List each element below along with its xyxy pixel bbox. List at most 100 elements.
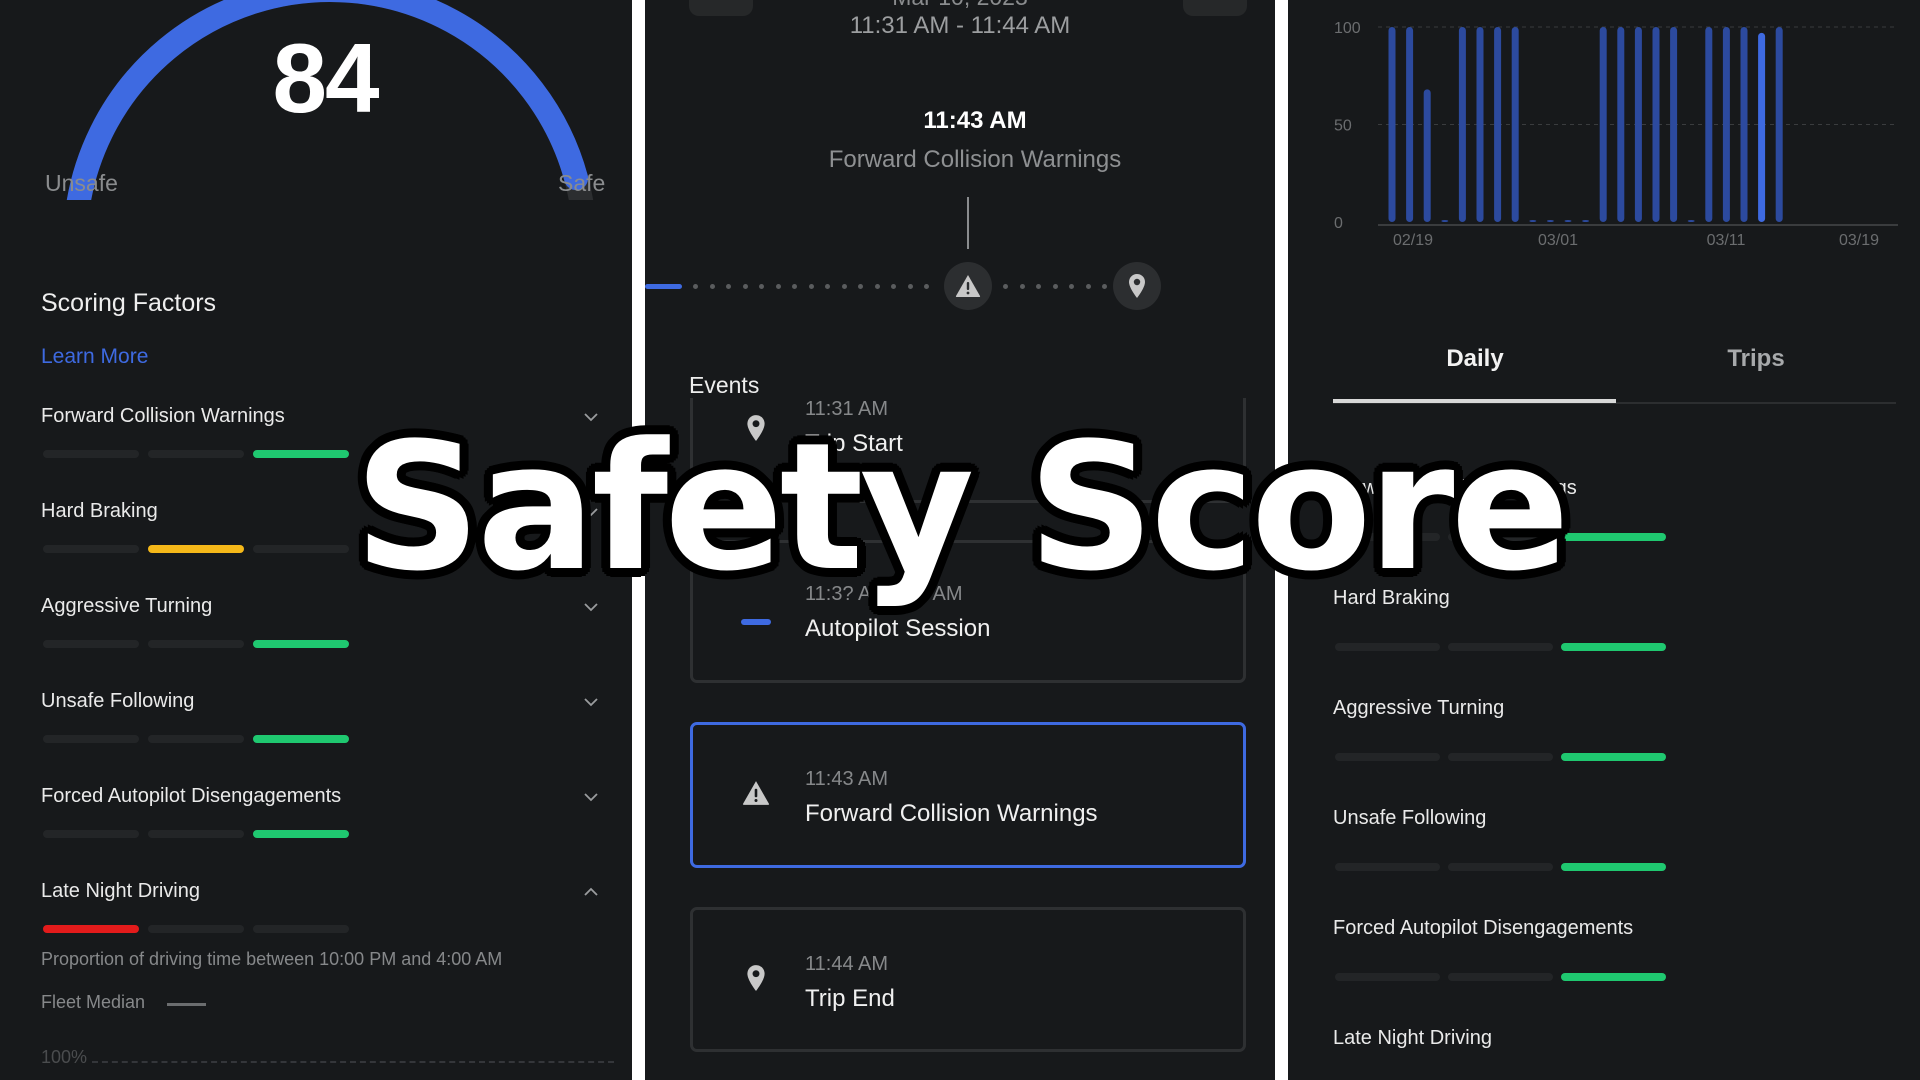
chart-bar[interactable] bbox=[1705, 27, 1713, 222]
factor-rating-segment bbox=[253, 830, 349, 838]
event-card[interactable]: 11:31 AM Trip Start bbox=[690, 398, 1246, 503]
factor-rating-segment bbox=[148, 640, 244, 648]
factor-rating-segment bbox=[148, 450, 244, 458]
x-tick-label: 02/19 bbox=[1393, 232, 1433, 249]
event-card[interactable]: 11:44 AM Trip End bbox=[690, 907, 1246, 1052]
factor-rating-segment bbox=[148, 545, 244, 553]
chevron-down-icon[interactable] bbox=[583, 599, 599, 615]
chart-bar[interactable] bbox=[1617, 27, 1625, 222]
timeline-dot bbox=[693, 284, 698, 289]
timeline-warning-marker[interactable] bbox=[944, 262, 992, 310]
chevron-up-icon[interactable] bbox=[583, 884, 599, 900]
factor-rating-segment bbox=[253, 925, 349, 933]
chart-bar[interactable] bbox=[1582, 220, 1590, 222]
timeline-dot bbox=[924, 284, 929, 289]
factor-label: Hard Braking bbox=[1333, 587, 1450, 609]
factor-rating-segment bbox=[43, 450, 139, 458]
chart-bar[interactable] bbox=[1652, 27, 1660, 222]
factor-rating-segment bbox=[1561, 973, 1666, 981]
chart-bar[interactable] bbox=[1670, 27, 1678, 222]
chart-bar[interactable] bbox=[1740, 27, 1748, 222]
factor-label: Forced Autopilot Disengagements bbox=[1333, 917, 1634, 939]
late-night-description: Proportion of driving time between 10:00… bbox=[41, 949, 503, 969]
map-pin-icon bbox=[741, 960, 771, 996]
chevron-down-icon[interactable] bbox=[583, 504, 599, 520]
chart-bar[interactable] bbox=[1494, 27, 1502, 222]
chart-bar[interactable] bbox=[1599, 27, 1607, 222]
factor-label: Forward Collision Warnings bbox=[41, 405, 285, 427]
factor-rating-segment bbox=[1335, 753, 1440, 761]
active-tab-indicator bbox=[1333, 399, 1616, 403]
timeline-dot bbox=[726, 284, 731, 289]
chart-bar[interactable] bbox=[1441, 220, 1449, 222]
chart-bar[interactable] bbox=[1423, 89, 1431, 223]
timeline-dot bbox=[808, 284, 814, 289]
chart-bar[interactable] bbox=[1476, 27, 1484, 222]
tab-daily[interactable]: Daily bbox=[1335, 345, 1615, 373]
timeline-dot bbox=[874, 284, 880, 289]
event-title: Forward Collision Warnings bbox=[805, 800, 1098, 827]
factor-rating-segment bbox=[1448, 643, 1553, 651]
chart-bar[interactable] bbox=[1722, 27, 1730, 222]
factor-rating-segment bbox=[43, 545, 139, 553]
chevron-down-icon[interactable] bbox=[583, 409, 599, 425]
events-heading: Events bbox=[689, 372, 760, 398]
y-tick-label: 0 bbox=[1334, 215, 1343, 232]
warning-icon bbox=[955, 275, 981, 297]
event-title: Autopilot Session bbox=[805, 615, 991, 642]
factor-rating-segment bbox=[1561, 533, 1666, 541]
timeline-trip-end-marker[interactable] bbox=[1113, 262, 1161, 310]
timeline-dot bbox=[1036, 284, 1041, 289]
history-panel: 0 50 100 02/19 03/01 03/11 03/19 Daily Trips F… bbox=[1288, 0, 1920, 1080]
fleet-median-legend-line bbox=[167, 1003, 206, 1006]
factor-rating-segment bbox=[1335, 533, 1440, 541]
factor-rating-segment bbox=[1448, 863, 1553, 871]
factor-rating-segment bbox=[253, 545, 349, 553]
factor-rating-segment bbox=[253, 735, 349, 743]
chart-bar[interactable] bbox=[1511, 27, 1519, 222]
event-card[interactable]: 11:43 AM Forward Collision Warnings bbox=[690, 722, 1246, 868]
event-time: 11:3? AM - ?? AM bbox=[805, 583, 963, 605]
chart-bar[interactable] bbox=[1458, 27, 1466, 222]
timeline-dot bbox=[1102, 284, 1107, 289]
chevron-down-icon[interactable] bbox=[583, 789, 599, 805]
factor-label: Aggressive Turning bbox=[1333, 697, 1505, 719]
fleet-median-label: Fleet Median bbox=[41, 992, 146, 1012]
learn-more-link[interactable]: Learn More bbox=[41, 345, 148, 369]
timeline-dot bbox=[1052, 284, 1058, 289]
factor-rating-segment bbox=[253, 640, 349, 648]
chart-bar[interactable] bbox=[1687, 220, 1695, 222]
factor-label: Hard Braking bbox=[41, 500, 158, 522]
timeline-dot bbox=[1003, 284, 1008, 289]
chart-bar[interactable] bbox=[1546, 220, 1554, 222]
timeline-marker-line bbox=[967, 197, 969, 249]
event-card[interactable]: 11:3? AM - ?? AM Autopilot Session bbox=[690, 540, 1246, 683]
timeline-dot bbox=[858, 284, 863, 289]
gauge-min-label: Unsafe bbox=[45, 170, 118, 196]
chart-bar[interactable] bbox=[1634, 27, 1642, 222]
factor-rating-segment bbox=[43, 640, 139, 648]
chart-bar[interactable] bbox=[1388, 27, 1396, 222]
selected-event-name: Forward Collision Warnings bbox=[828, 146, 1122, 173]
chart-bar[interactable] bbox=[1758, 32, 1766, 222]
timeline-dot bbox=[825, 284, 830, 289]
factor-rating-segment bbox=[1448, 753, 1553, 761]
chart-bar[interactable] bbox=[1529, 220, 1537, 222]
tab-trips[interactable]: Trips bbox=[1616, 345, 1896, 373]
trip-date: Mar 10, 2023 bbox=[645, 0, 1275, 11]
chevron-down-icon[interactable] bbox=[583, 694, 599, 710]
timeline-dot bbox=[759, 284, 764, 289]
timeline-dot bbox=[907, 284, 913, 289]
timeline-autopilot-segment bbox=[645, 284, 682, 289]
safety-score-value: 84 bbox=[272, 23, 379, 133]
chart-bar[interactable] bbox=[1406, 27, 1414, 222]
factor-rating-segment bbox=[1335, 863, 1440, 871]
y-tick-label: 100 bbox=[1334, 20, 1361, 37]
timeline-dot bbox=[792, 284, 797, 289]
chart-bar[interactable] bbox=[1564, 220, 1572, 222]
autopilot-bar-icon bbox=[741, 605, 771, 641]
factor-rating-segment bbox=[1561, 643, 1666, 651]
event-time: 11:31 AM bbox=[805, 398, 889, 420]
factor-label: Late Night Driving bbox=[41, 880, 200, 902]
chart-bar[interactable] bbox=[1775, 27, 1783, 222]
